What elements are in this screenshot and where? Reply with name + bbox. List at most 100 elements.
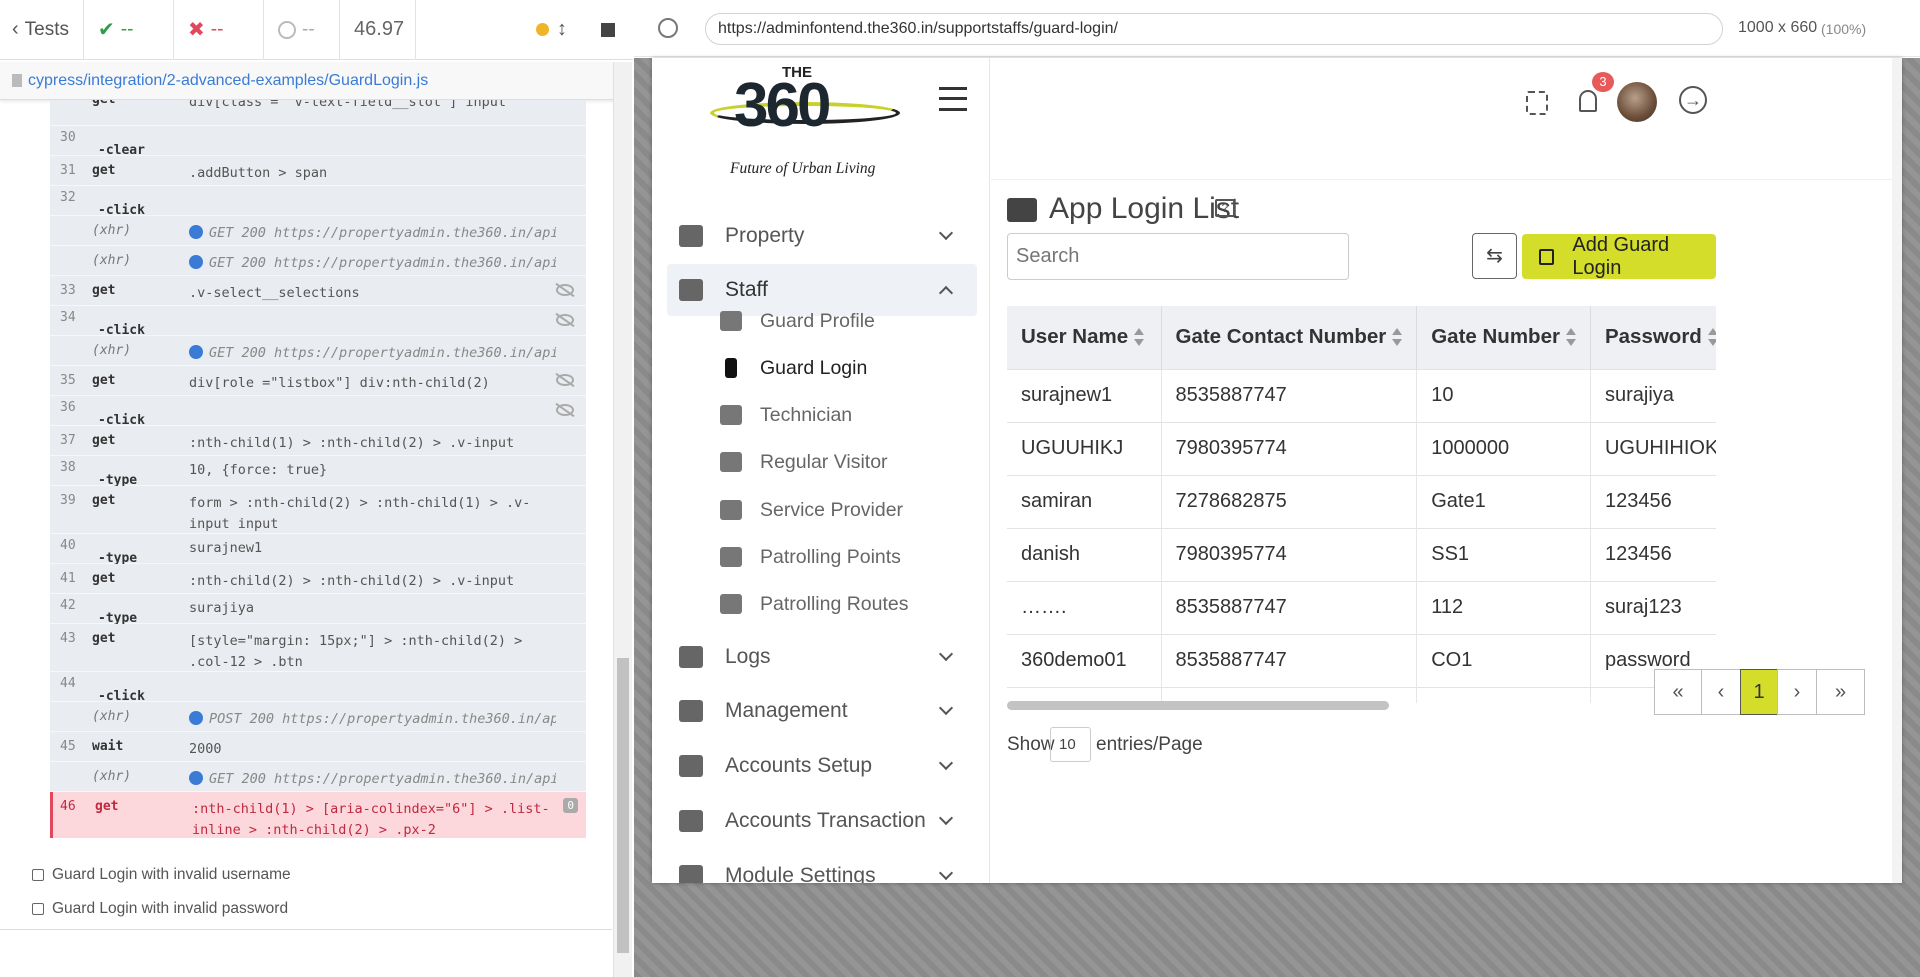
selector-playground-icon[interactable] (658, 18, 678, 38)
command-row[interactable]: 37 get:nth-child(1) > :nth-child(2) > .v-… (50, 426, 586, 472)
command-row[interactable]: (xhr) GET 200 https://propertyadmin.the36… (50, 762, 586, 792)
sort-icon[interactable] (1707, 328, 1716, 347)
id-card-icon (720, 311, 742, 331)
next-page-button[interactable]: › (1777, 669, 1817, 715)
app-scrollbar[interactable] (1892, 58, 1902, 883)
command-row[interactable]: (xhr) GET 200 https://propertyadmin.the36… (50, 246, 586, 276)
command-row[interactable]: 33 get .v-select__selections (50, 276, 586, 306)
runner-header: ‹ Tests ✔ -- ✖ -- -- 46.97 ↕ (0, 0, 633, 60)
ledger-icon (679, 810, 703, 832)
nav-item-accounts-transaction[interactable]: Accounts Transaction (667, 795, 977, 847)
page-title: App Login List (1049, 192, 1240, 225)
spec-path[interactable]: cypress/integration/2-advanced-examples/… (28, 72, 428, 90)
table-scrollbar[interactable] (1007, 701, 1389, 710)
column-header[interactable]: User Name (1007, 306, 1162, 369)
command-row[interactable]: 34 -click (50, 306, 586, 338)
url-field[interactable]: https://adminfontend.the360.in/supportst… (705, 13, 1723, 45)
add-guard-login-button[interactable]: Add Guard Login (1522, 234, 1716, 279)
table-cell: ……. (1007, 580, 1162, 634)
test-item[interactable]: Guard Login with invalid password (32, 900, 288, 918)
staff-sub-item[interactable]: Guard Profile (720, 301, 875, 341)
command-row[interactable]: 45 wait 2000 (50, 732, 586, 762)
add-button-label: Add Guard Login (1572, 233, 1670, 279)
tests-button[interactable]: ‹ Tests (0, 0, 85, 60)
staff-sub-item[interactable]: Patrolling Points (720, 537, 901, 577)
prev-page-button[interactable]: ‹ (1701, 669, 1741, 715)
nav-item-module-settings[interactable]: Module Settings (667, 850, 977, 883)
search-input[interactable] (1007, 233, 1349, 280)
eye-slash-icon[interactable] (556, 314, 574, 326)
eye-slash-icon[interactable] (556, 404, 574, 416)
command-row[interactable]: 40 -type surajnew1 (50, 534, 586, 566)
command-row[interactable]: 38 -type 10, {force: true} (50, 456, 586, 488)
avatar[interactable] (1617, 82, 1657, 122)
eye-slash-icon[interactable] (556, 284, 574, 296)
staff-sub-item[interactable]: Guard Login (720, 348, 867, 388)
logout-icon[interactable]: → (1679, 86, 1707, 114)
chevron-down-icon (938, 700, 954, 716)
scrollbar-thumb[interactable] (617, 658, 629, 953)
column-header[interactable]: Password (1590, 306, 1716, 369)
staff-sub-item[interactable]: Regular Visitor (720, 442, 888, 482)
sort-icon[interactable] (1392, 328, 1403, 347)
command-row[interactable]: (xhr) GET 200 https://propertyadmin.the36… (50, 216, 586, 246)
table-cell: surajnew1 (1007, 368, 1162, 422)
table-row[interactable]: samiran7278682875Gate1123456Yes (1007, 474, 1716, 528)
hamburger-menu-icon[interactable] (939, 87, 967, 111)
command-row[interactable]: 44 -click (50, 672, 586, 704)
command-name: get (95, 799, 119, 814)
autoscroll-icon[interactable]: ↕ (557, 18, 567, 41)
stop-button[interactable] (601, 22, 615, 37)
bell-icon[interactable] (1579, 90, 1597, 112)
table-cell: suraj123 (1590, 580, 1716, 634)
table-cell: 7980395774 (1161, 527, 1418, 581)
staff-sub-item[interactable]: Patrolling Routes (720, 584, 909, 624)
sidebar: THE 360 Future of Urban Living Property S… (652, 58, 990, 883)
sort-icon[interactable] (1134, 328, 1145, 347)
table-cell: surajiya (1590, 368, 1716, 422)
test-item[interactable]: Guard Login with invalid username (32, 866, 291, 884)
command-row[interactable]: (xhr) POST 200 https://propertyadmin.the3… (50, 702, 586, 732)
sort-icon[interactable] (1565, 328, 1576, 347)
column-header[interactable]: Gate Number (1416, 306, 1591, 369)
table-row[interactable]: surajnew1853588774710surajiyaYes (1007, 368, 1716, 422)
route-icon (720, 594, 742, 614)
page-1-button[interactable]: 1 (1740, 669, 1778, 715)
command-row[interactable]: 41 get:nth-child(2) > :nth-child(2) > .v-… (50, 564, 586, 610)
command-row[interactable]: 32 -click (50, 186, 586, 218)
logo[interactable]: THE 360 Future of Urban Living (710, 64, 910, 182)
table-row[interactable]: danish7980395774SS1123456Yes (1007, 527, 1716, 581)
command-row[interactable]: (xhr) GET 200 https://propertyadmin.the36… (50, 336, 586, 366)
command-row[interactable]: 35 get div[role ="listbox"] div:nth-child(… (50, 366, 586, 396)
nav-item-management[interactable]: Management (667, 685, 977, 737)
nav-item-logs[interactable]: Logs (667, 631, 977, 683)
page-size-select[interactable]: 10 (1050, 727, 1091, 762)
nav-item-accounts-setup[interactable]: Accounts Setup (667, 740, 977, 792)
reporter-scrollbar[interactable] (613, 62, 632, 977)
command-row[interactable]: get div[class = "v-text-field__slot"] inp… (50, 100, 586, 126)
table-row[interactable]: …….8535887747112suraj123Yes (1007, 580, 1716, 634)
first-page-button[interactable]: « (1654, 669, 1702, 715)
help-icon[interactable]: ? (1215, 199, 1235, 217)
nav-item-property[interactable]: Property (667, 210, 977, 262)
staff-sub-item[interactable]: Technician (720, 395, 852, 435)
toggle-columns-button[interactable]: ⇆ (1472, 233, 1517, 279)
command-row[interactable]: 30 -clear (50, 126, 586, 158)
command-number: 43 (60, 631, 76, 646)
command-row[interactable]: 36 -click (50, 396, 586, 428)
command-number: 33 (60, 283, 76, 298)
staff-sub-item[interactable]: Service Provider (720, 490, 903, 530)
table-row[interactable]: 360demo018535887747CO1passwordYes (1007, 633, 1716, 687)
copy-icon[interactable] (1526, 91, 1548, 115)
eye-slash-icon[interactable] (556, 374, 574, 386)
command-row[interactable]: 43 get [style="margin: 15px;"] > :nth-chil… (50, 624, 586, 672)
command-name: wait (92, 739, 124, 754)
table-cell: 8535887747 (1161, 368, 1418, 422)
command-row[interactable]: 46 get:nth-child(1) > [aria-colindex="6"]… (50, 792, 586, 838)
command-row[interactable]: 42 -type surajiya (50, 594, 586, 626)
command-row[interactable]: 39 get form > :nth-child(2) > :nth-child(1… (50, 486, 586, 534)
column-header[interactable]: Gate Contact Number (1161, 306, 1418, 369)
command-row[interactable]: 31 get .addButton > span (50, 156, 586, 186)
table-row[interactable]: UGUUHIKJ79803957741000000UGUHIHIOKYes (1007, 421, 1716, 475)
last-page-button[interactable]: » (1816, 669, 1865, 715)
